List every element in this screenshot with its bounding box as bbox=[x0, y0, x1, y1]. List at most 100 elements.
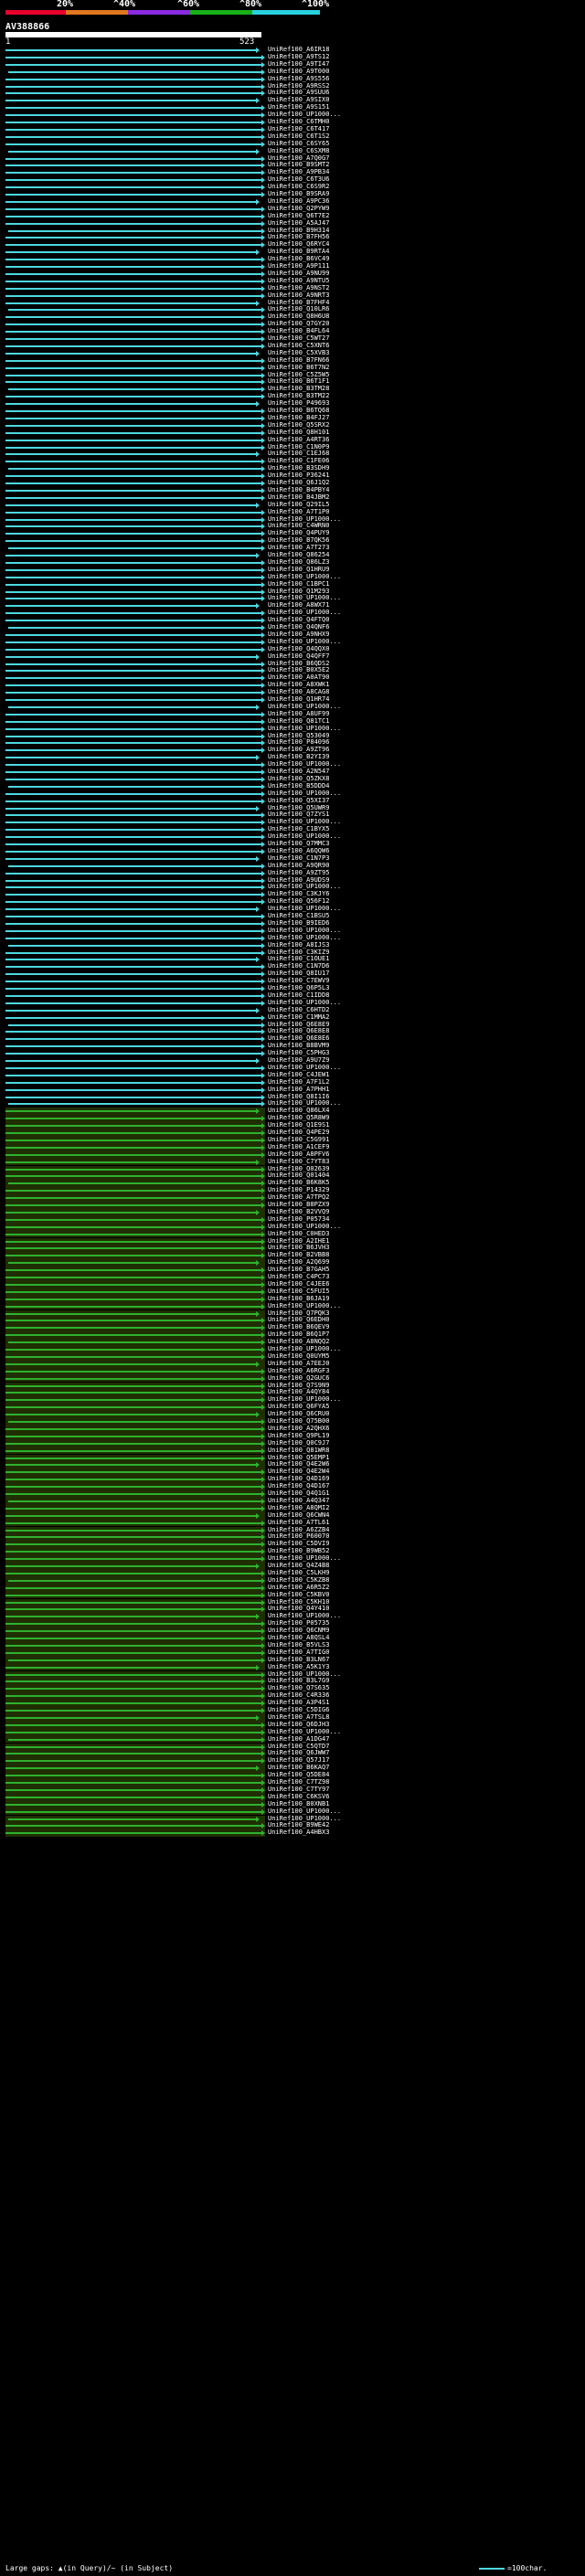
hit-label[interactable]: UniRef100_Q4Y410 bbox=[268, 1605, 329, 1612]
hit-label[interactable]: UniRef100_C6T3U6 bbox=[268, 175, 329, 183]
hit-label[interactable]: UniRef100_UP1000... bbox=[268, 1223, 341, 1230]
hit-label[interactable]: UniRef100_C6SY65 bbox=[268, 140, 329, 147]
hit-label[interactable]: UniRef100_UP1000... bbox=[268, 1064, 341, 1071]
hit-label[interactable]: UniRef100_B9WB52 bbox=[268, 1547, 329, 1554]
hit-label[interactable]: UniRef100_C5DIG6 bbox=[268, 1706, 329, 1713]
hit-label[interactable]: UniRef100_A7T1P0 bbox=[268, 508, 329, 515]
hit-label[interactable]: UniRef100_Q7GY20 bbox=[268, 320, 329, 327]
hit-label[interactable]: UniRef100_B2YI39 bbox=[268, 753, 329, 760]
hit-label[interactable]: UniRef100_UP1000... bbox=[268, 1302, 341, 1309]
hit-label[interactable]: UniRef100_C4PC73 bbox=[268, 1273, 329, 1280]
hit-label[interactable]: UniRef100_Q7MMC3 bbox=[268, 840, 329, 847]
hit-label[interactable]: UniRef100_B7GAH5 bbox=[268, 1266, 329, 1273]
hit-label[interactable]: UniRef100_A9NU99 bbox=[268, 270, 329, 277]
hit-label[interactable]: UniRef100_B3TM28 bbox=[268, 385, 329, 392]
hit-label[interactable]: UniRef100_C4R336 bbox=[268, 1691, 329, 1699]
hit-label[interactable]: UniRef100_B7FHF4 bbox=[268, 299, 329, 306]
hit-label[interactable]: UniRef100_B4PBY4 bbox=[268, 486, 329, 493]
hit-label[interactable]: UniRef100_C6HTD2 bbox=[268, 1006, 329, 1013]
hit-label[interactable]: UniRef100_A9PB34 bbox=[268, 168, 329, 175]
hit-label[interactable]: UniRef100_B7FH56 bbox=[268, 233, 329, 240]
hit-label[interactable]: UniRef100_Q6RYC4 bbox=[268, 240, 329, 248]
hit-label[interactable]: UniRef100_A7F1L2 bbox=[268, 1078, 329, 1086]
hit-label[interactable]: UniRef100_Q1M293 bbox=[268, 588, 329, 595]
hit-label[interactable]: UniRef100_A8IJS3 bbox=[268, 941, 329, 949]
hit-label[interactable]: UniRef100_Q10LR6 bbox=[268, 305, 329, 313]
hit-label[interactable]: UniRef100_C0HED3 bbox=[268, 1230, 329, 1237]
hit-label[interactable]: UniRef100_C5DVI9 bbox=[268, 1540, 329, 1547]
hit-label[interactable]: UniRef100_UP1000... bbox=[268, 1554, 341, 1562]
hit-label[interactable]: UniRef100_C4WRN0 bbox=[268, 522, 329, 529]
hit-label[interactable]: UniRef100_UP1000... bbox=[268, 703, 341, 710]
hit-label[interactable]: UniRef100_Q7S9N9 bbox=[268, 1382, 329, 1389]
hit-label[interactable]: UniRef100_A7PHH1 bbox=[268, 1086, 329, 1093]
hit-label[interactable]: UniRef100_A8QSL4 bbox=[268, 1634, 329, 1641]
hit-label[interactable]: UniRef100_Q6E8E8 bbox=[268, 1027, 329, 1034]
hit-label[interactable]: UniRef100_P36241 bbox=[268, 472, 329, 479]
hit-label[interactable]: UniRef100_Q7S635 bbox=[268, 1684, 329, 1691]
hit-label[interactable]: UniRef100_Q1HRU9 bbox=[268, 566, 329, 573]
hit-label[interactable]: UniRef100_A2IHE1 bbox=[268, 1237, 329, 1245]
hit-label[interactable]: UniRef100_C5WT27 bbox=[268, 334, 329, 342]
hit-label[interactable]: UniRef100_Q8H101 bbox=[268, 429, 329, 436]
hit-label[interactable]: UniRef100_Q4QNF6 bbox=[268, 623, 329, 631]
hit-label[interactable]: UniRef100_A9NST2 bbox=[268, 284, 329, 292]
hit-label[interactable]: UniRef100_C5Z5W5 bbox=[268, 371, 329, 378]
hit-label[interactable]: UniRef100_B6JVH3 bbox=[268, 1244, 329, 1251]
hit-label[interactable]: UniRef100_UP1000... bbox=[268, 1728, 341, 1735]
hit-label[interactable]: UniRef100_C7YT83 bbox=[268, 1158, 329, 1165]
hit-label[interactable]: UniRef100_A8PFV6 bbox=[268, 1150, 329, 1158]
hit-label[interactable]: UniRef100_A4QY84 bbox=[268, 1388, 329, 1395]
hit-label[interactable]: UniRef100_Q6FYA5 bbox=[268, 1403, 329, 1410]
hit-label[interactable]: UniRef100_B0X5E2 bbox=[268, 666, 329, 673]
hit-label[interactable]: UniRef100_Q4D167 bbox=[268, 1482, 329, 1489]
hit-label[interactable]: UniRef100_Q81TC1 bbox=[268, 717, 329, 725]
hit-label[interactable]: UniRef100_B9H314 bbox=[268, 227, 329, 234]
hit-label[interactable]: UniRef100_C1BSU5 bbox=[268, 912, 329, 919]
hit-label[interactable]: UniRef100_UP1000... bbox=[268, 790, 341, 797]
hit-label[interactable]: UniRef100_UP1000... bbox=[268, 927, 341, 934]
hit-label[interactable]: UniRef100_A8UF99 bbox=[268, 710, 329, 717]
hit-label[interactable]: UniRef100_A6QQW6 bbox=[268, 847, 329, 854]
hit-label[interactable]: UniRef100_P60070 bbox=[268, 1532, 329, 1540]
hit-label[interactable]: UniRef100_A9ZT95 bbox=[268, 869, 329, 876]
hit-label[interactable]: UniRef100_A4HBX3 bbox=[268, 1829, 329, 1836]
hit-label[interactable]: UniRef100_A6R5Z2 bbox=[268, 1584, 329, 1591]
hit-label[interactable]: UniRef100_Q0UYM5 bbox=[268, 1352, 329, 1360]
hit-row[interactable]: UniRef100_A4HBX3 bbox=[0, 1829, 585, 1838]
hit-label[interactable]: UniRef100_UP1000... bbox=[268, 515, 341, 523]
hit-label[interactable]: UniRef100_B2VVQ9 bbox=[268, 1208, 329, 1215]
hit-label[interactable]: UniRef100_A5K1Y3 bbox=[268, 1663, 329, 1670]
hit-label[interactable]: UniRef100_A1DG47 bbox=[268, 1735, 329, 1743]
hit-label[interactable]: UniRef100_Q8I1I6 bbox=[268, 1093, 329, 1100]
hit-label[interactable]: UniRef100_C5XNT6 bbox=[268, 342, 329, 349]
hit-label[interactable]: UniRef100_B6VC49 bbox=[268, 255, 329, 262]
hit-label[interactable]: UniRef100_A6IR18 bbox=[268, 46, 329, 53]
hit-label[interactable]: UniRef100_UP1000... bbox=[268, 999, 341, 1006]
hit-label[interactable]: UniRef100_Q7PQK3 bbox=[268, 1309, 329, 1317]
hit-label[interactable]: UniRef100_UP1000... bbox=[268, 818, 341, 825]
hit-label[interactable]: UniRef100_A2N547 bbox=[268, 768, 329, 775]
hit-label[interactable]: UniRef100_Q6E8E6 bbox=[268, 1034, 329, 1042]
hit-label[interactable]: UniRef100_UP1000... bbox=[268, 905, 341, 912]
hit-label[interactable]: UniRef100_UP1000... bbox=[268, 1807, 341, 1815]
hit-label[interactable]: UniRef100_Q6J1Q2 bbox=[268, 479, 329, 486]
hit-label[interactable]: UniRef100_Q4E2W4 bbox=[268, 1468, 329, 1475]
hit-label[interactable]: UniRef100_Q4FTQ0 bbox=[268, 616, 329, 623]
hit-label[interactable]: UniRef100_A6RGF3 bbox=[268, 1367, 329, 1374]
hit-label[interactable]: UniRef100_A8CAG8 bbox=[268, 688, 329, 695]
hit-label[interactable]: UniRef100_UP1000... bbox=[268, 1395, 341, 1403]
hit-label[interactable]: UniRef100_Q6CRU0 bbox=[268, 1410, 329, 1417]
hit-label[interactable]: UniRef100_A9RSS2 bbox=[268, 82, 329, 90]
hit-label[interactable]: UniRef100_Q4D169 bbox=[268, 1475, 329, 1482]
hit-label[interactable]: UniRef100_B6K8K5 bbox=[268, 1179, 329, 1186]
hit-label[interactable]: UniRef100_A9UDS9 bbox=[268, 876, 329, 884]
hit-label[interactable]: UniRef100_B3LN67 bbox=[268, 1656, 329, 1663]
hit-label[interactable]: UniRef100_B6Q1P7 bbox=[268, 1330, 329, 1338]
hit-label[interactable]: UniRef100_A7TIG0 bbox=[268, 1648, 329, 1656]
hit-label[interactable]: UniRef100_Q86LX4 bbox=[268, 1107, 329, 1114]
hit-label[interactable]: UniRef100_Q53049 bbox=[268, 732, 329, 739]
hit-label[interactable]: UniRef100_Q4QFF7 bbox=[268, 652, 329, 660]
hit-label[interactable]: UniRef100_Q5XI37 bbox=[268, 797, 329, 804]
hit-label[interactable]: UniRef100_Q8H6U8 bbox=[268, 313, 329, 320]
